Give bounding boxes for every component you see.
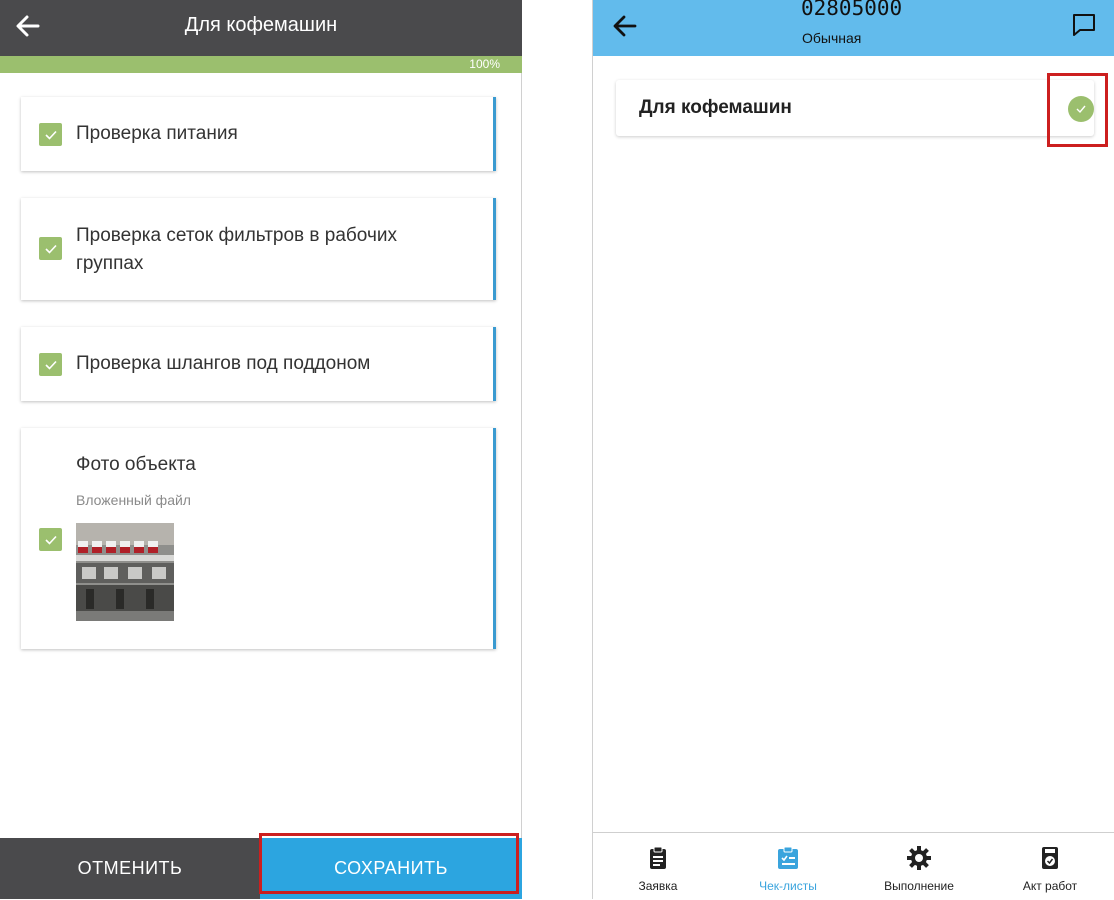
clipboard-icon	[650, 846, 666, 869]
item-label: Проверка сеток фильтров в рабочих группа…	[76, 225, 397, 274]
item-label: Проверка питания	[76, 123, 238, 144]
chat-icon[interactable]	[1071, 12, 1097, 38]
act-icon	[1042, 847, 1058, 869]
nav-item-request[interactable]: Заявка	[593, 833, 723, 900]
attachment-label: Вложенный файл	[76, 492, 191, 508]
gear-icon	[907, 846, 931, 870]
order-priority: Обычная	[802, 30, 862, 46]
order-number: 02805000	[801, 0, 903, 20]
coffee-machine-photo	[76, 523, 174, 621]
nav-label: Акт работ	[1022, 879, 1078, 893]
checkbox[interactable]	[39, 353, 62, 376]
progress-label: 100%	[469, 57, 500, 71]
checklist-card[interactable]: Для кофемашин	[616, 80, 1094, 136]
checklist-item-photo[interactable]: Фото объекта Вложенный файл	[21, 428, 496, 649]
bottom-nav: Заявка Чек-листы Выполнение Акт работ	[593, 832, 1114, 900]
page-title: Для кофемашин	[184, 14, 338, 36]
nav-item-checklists[interactable]: Чек-листы	[723, 833, 853, 900]
checkbox[interactable]	[39, 528, 62, 551]
completed-check-icon	[1068, 96, 1094, 122]
check-icon	[44, 130, 57, 140]
nav-item-execution[interactable]: Выполнение	[854, 833, 984, 900]
check-icon	[44, 360, 57, 370]
item-label: Проверка шлангов под поддоном	[76, 353, 371, 374]
arrow-left-icon[interactable]	[609, 10, 641, 42]
nav-label: Чек-листы	[759, 879, 817, 893]
nav-label: Выполнение	[884, 879, 954, 893]
action-bar: ОТМЕНИТЬ СОХРАНИТЬ	[0, 838, 522, 899]
check-icon	[44, 535, 57, 545]
checklist-item[interactable]: Проверка питания	[21, 97, 496, 171]
photo-thumbnail[interactable]	[76, 523, 174, 621]
nav-label: Заявка	[638, 879, 678, 893]
progress-bar: 100%	[0, 56, 522, 73]
nav-item-act[interactable]: Акт работ	[985, 833, 1114, 900]
order-checklists-screen: 02805000 Обычная Для кофемашин Заявка Че…	[592, 0, 1114, 900]
check-icon	[44, 244, 57, 254]
checklist-item[interactable]: Проверка шлангов под поддоном	[21, 327, 496, 401]
top-bar: Для кофемашин	[0, 0, 522, 56]
item-label: Фото объекта	[76, 454, 196, 475]
cancel-button[interactable]: ОТМЕНИТЬ	[0, 838, 260, 899]
checkbox[interactable]	[39, 123, 62, 146]
save-button[interactable]: СОХРАНИТЬ	[260, 838, 522, 899]
checkbox[interactable]	[39, 237, 62, 260]
top-bar: 02805000 Обычная	[593, 0, 1114, 56]
checklist-title: Для кофемашин	[639, 97, 792, 118]
checklist-icon	[778, 846, 798, 869]
checklist-item[interactable]: Проверка сеток фильтров в рабочих группа…	[21, 198, 496, 300]
progress-fill	[0, 56, 522, 73]
checklist-edit-screen: Для кофемашин 100% Проверка питания Пров…	[0, 0, 522, 899]
